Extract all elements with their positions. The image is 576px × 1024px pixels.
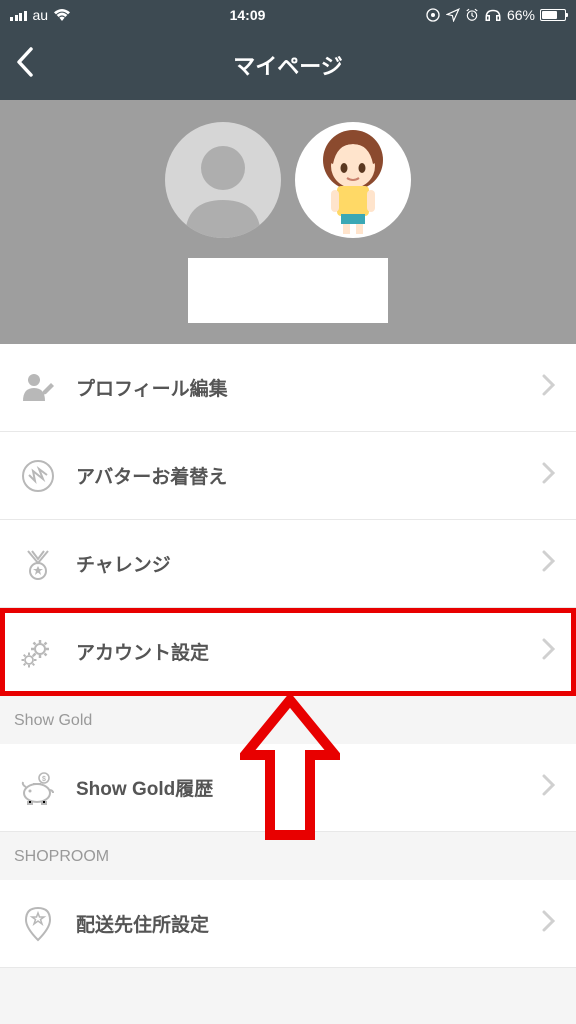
status-bar: au 14:09 66% (0, 0, 576, 30)
settings-icon (20, 634, 56, 670)
avatar-change-icon (20, 458, 56, 494)
carrier-label: au (33, 7, 49, 23)
menu-challenge[interactable]: チャレンジ (0, 520, 576, 608)
menu-label: 配送先住所設定 (76, 910, 522, 937)
piggy-bank-icon: $ (20, 770, 56, 806)
back-button[interactable] (16, 47, 34, 83)
privacy-icon (425, 7, 441, 23)
chevron-right-icon (542, 772, 556, 803)
menu-avatar-change[interactable]: アバターお着替え (0, 432, 576, 520)
page-title: マイページ (233, 49, 343, 81)
section-header-showgold: Show Gold (0, 696, 576, 744)
menu-list: プロフィール編集 アバターお着替え チャレンジ アカウント設定 (0, 344, 576, 968)
chevron-right-icon (542, 636, 556, 667)
signal-icon (10, 9, 27, 21)
chevron-right-icon (542, 460, 556, 491)
profile-edit-icon (20, 370, 56, 406)
status-right: 66% (425, 7, 566, 23)
menu-label: Show Gold履歴 (76, 774, 522, 801)
profile-area (0, 100, 576, 344)
menu-address-settings[interactable]: 配送先住所設定 (0, 880, 576, 968)
battery-icon (540, 9, 566, 21)
username-label (188, 258, 388, 323)
menu-label: アカウント設定 (76, 638, 522, 665)
status-left: au (10, 7, 70, 23)
headphones-icon (484, 8, 502, 22)
menu-label: チャレンジ (76, 550, 522, 577)
svg-text:$: $ (42, 776, 46, 783)
location-icon (446, 8, 460, 22)
nav-bar: マイページ (0, 30, 576, 100)
menu-label: プロフィール編集 (76, 374, 522, 401)
menu-profile-edit[interactable]: プロフィール編集 (0, 344, 576, 432)
battery-percent: 66% (507, 7, 535, 23)
chevron-right-icon (542, 372, 556, 403)
menu-account-settings[interactable]: アカウント設定 (0, 608, 576, 696)
chevron-right-icon (542, 548, 556, 579)
menu-showgold-history[interactable]: $ Show Gold履歴 (0, 744, 576, 832)
chevron-right-icon (542, 908, 556, 939)
wifi-icon (54, 9, 70, 21)
section-header-shoproom: SHOPROOM (0, 832, 576, 880)
clock: 14:09 (230, 7, 266, 23)
challenge-icon (20, 546, 56, 582)
avatar-row (165, 122, 411, 238)
menu-label: アバターお着替え (76, 462, 522, 489)
location-pin-icon (20, 906, 56, 942)
profile-photo-avatar[interactable] (165, 122, 281, 238)
alarm-icon (465, 8, 479, 22)
character-avatar[interactable] (295, 122, 411, 238)
